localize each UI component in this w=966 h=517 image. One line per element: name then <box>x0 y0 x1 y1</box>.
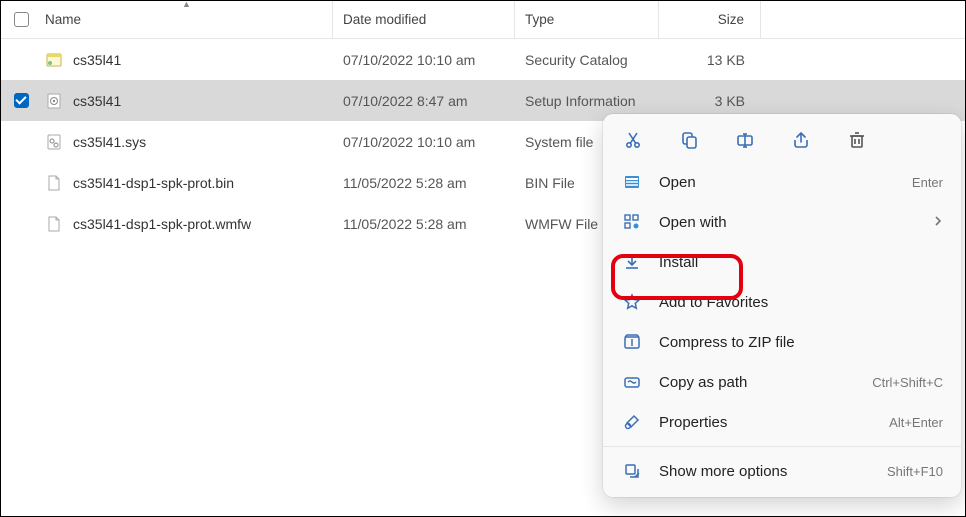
security-catalog-icon <box>45 50 63 70</box>
open-with-icon <box>621 211 643 233</box>
file-date: 07/10/2022 10:10 am <box>343 52 475 68</box>
column-header-date-label: Date modified <box>343 12 426 27</box>
file-row[interactable]: cs35l41 07/10/2022 10:10 am Security Cat… <box>1 39 965 80</box>
file-date: 11/05/2022 5:28 am <box>343 216 467 232</box>
column-header-row: ▲ Name Date modified Type Size <box>1 1 965 39</box>
file-type: Setup Information <box>525 93 636 109</box>
file-type: BIN File <box>525 175 575 191</box>
menu-show-more[interactable]: Show more options Shift+F10 <box>603 451 961 491</box>
properties-icon <box>621 411 643 433</box>
file-name: cs35l41.sys <box>73 134 146 150</box>
star-icon <box>621 291 643 313</box>
menu-open-label: Open <box>659 174 912 191</box>
file-date: 07/10/2022 8:47 am <box>343 93 468 109</box>
file-date: 07/10/2022 10:10 am <box>343 134 475 150</box>
file-name: cs35l41 <box>73 52 121 68</box>
file-type: Security Catalog <box>525 52 628 68</box>
column-header-type-label: Type <box>525 12 554 27</box>
menu-add-favorites-label: Add to Favorites <box>659 294 943 311</box>
row-checkbox[interactable] <box>14 93 29 108</box>
column-header-date[interactable]: Date modified <box>333 1 515 38</box>
cut-button[interactable] <box>621 128 645 152</box>
generic-file-icon <box>45 214 63 234</box>
generic-file-icon <box>45 173 63 193</box>
file-name: cs35l41 <box>73 93 121 109</box>
menu-separator <box>603 446 961 447</box>
copy-button[interactable] <box>677 128 701 152</box>
menu-compress-zip-label: Compress to ZIP file <box>659 334 943 351</box>
file-name: cs35l41-dsp1-spk-prot.bin <box>73 175 234 191</box>
file-type: System file <box>525 134 593 150</box>
menu-properties[interactable]: Properties Alt+Enter <box>603 402 961 442</box>
file-type: WMFW File <box>525 216 598 232</box>
select-all-checkbox[interactable] <box>14 12 29 27</box>
menu-copy-path-shortcut: Ctrl+Shift+C <box>872 375 943 390</box>
menu-open-with-label: Open with <box>659 214 933 231</box>
column-header-size-label: Size <box>718 12 744 27</box>
system-file-icon <box>45 132 63 152</box>
select-all-cell[interactable] <box>1 12 41 27</box>
column-header-size[interactable]: Size <box>659 1 761 38</box>
menu-compress-zip[interactable]: Compress to ZIP file <box>603 322 961 362</box>
setup-information-icon <box>45 91 63 111</box>
context-menu: Open Enter Open with Install Add to Favo… <box>603 114 961 497</box>
menu-open[interactable]: Open Enter <box>603 162 961 202</box>
install-icon <box>621 251 643 273</box>
rename-button[interactable] <box>733 128 757 152</box>
chevron-right-icon <box>933 214 943 230</box>
menu-install-label: Install <box>659 254 943 271</box>
context-menu-quick-actions <box>603 122 961 162</box>
menu-install[interactable]: Install <box>603 242 961 282</box>
delete-button[interactable] <box>845 128 869 152</box>
sort-indicator-icon: ▲ <box>182 0 191 9</box>
open-icon <box>621 171 643 193</box>
menu-copy-path-label: Copy as path <box>659 374 872 391</box>
menu-open-with[interactable]: Open with <box>603 202 961 242</box>
file-size: 3 KB <box>715 93 745 109</box>
menu-copy-path[interactable]: Copy as path Ctrl+Shift+C <box>603 362 961 402</box>
column-header-type[interactable]: Type <box>515 1 659 38</box>
file-size: 13 KB <box>707 52 745 68</box>
menu-open-shortcut: Enter <box>912 175 943 190</box>
zip-icon <box>621 331 643 353</box>
file-name: cs35l41-dsp1-spk-prot.wmfw <box>73 216 251 232</box>
file-date: 11/05/2022 5:28 am <box>343 175 467 191</box>
menu-show-more-shortcut: Shift+F10 <box>887 464 943 479</box>
copy-path-icon <box>621 371 643 393</box>
share-button[interactable] <box>789 128 813 152</box>
menu-properties-shortcut: Alt+Enter <box>889 415 943 430</box>
column-header-name[interactable]: ▲ Name <box>41 1 333 38</box>
column-header-name-label: Name <box>45 12 81 27</box>
show-more-icon <box>621 460 643 482</box>
menu-properties-label: Properties <box>659 414 889 431</box>
menu-add-favorites[interactable]: Add to Favorites <box>603 282 961 322</box>
menu-show-more-label: Show more options <box>659 463 887 480</box>
